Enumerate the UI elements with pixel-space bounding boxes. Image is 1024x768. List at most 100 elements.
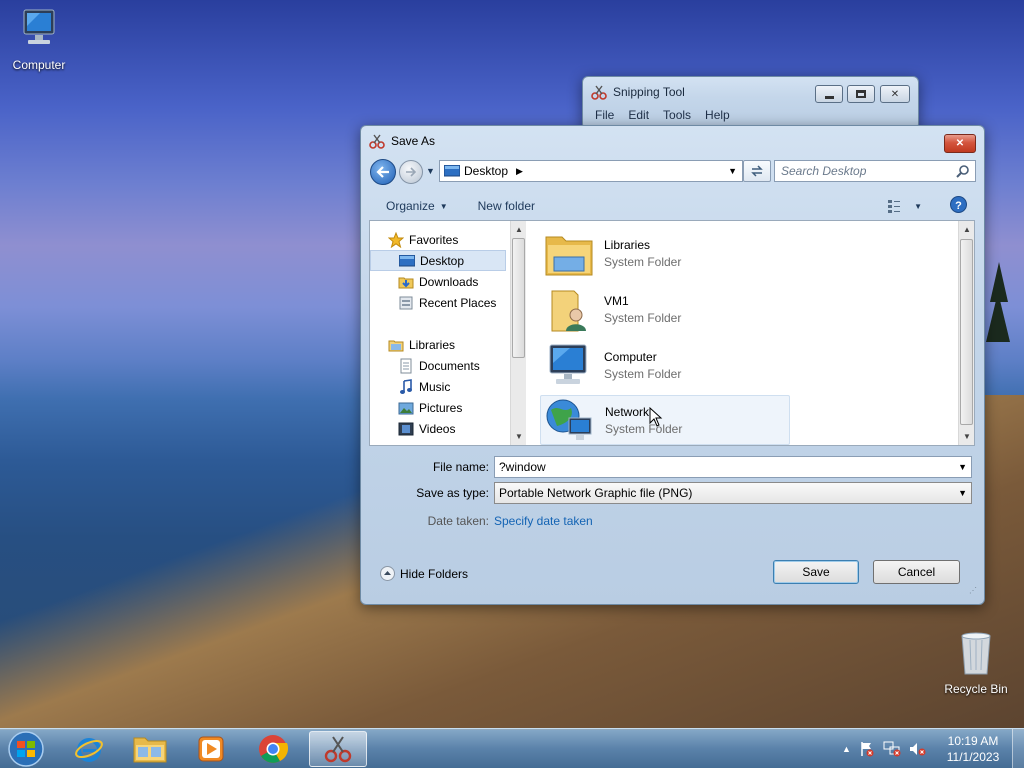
new-folder-button[interactable]: New folder <box>478 199 535 213</box>
snipping-close-button[interactable]: ✕ <box>880 85 910 103</box>
recent-pages-dropdown-icon[interactable]: ▼ <box>426 166 435 176</box>
taskbar-chrome[interactable] <box>246 731 300 767</box>
network-status-icon[interactable] <box>883 741 901 757</box>
show-desktop-button[interactable] <box>1012 729 1024 768</box>
scroll-up-icon[interactable]: ▲ <box>511 225 527 234</box>
file-type: System Folder <box>604 366 682 381</box>
scroll-down-icon[interactable]: ▼ <box>511 432 527 441</box>
file-item-computer[interactable]: Computer System Folder <box>544 339 794 391</box>
organize-label: Organize <box>386 199 435 213</box>
taskbar-snipping-tool[interactable] <box>309 731 367 767</box>
scissors-icon <box>324 736 352 763</box>
address-dropdown-icon[interactable]: ▼ <box>728 166 737 176</box>
volume-muted-icon[interactable] <box>909 741 927 757</box>
start-button[interactable] <box>6 730 46 768</box>
menu-edit[interactable]: Edit <box>628 108 649 122</box>
snipping-tool-window[interactable]: Snipping Tool ✕ File Edit Tools Help <box>582 76 919 130</box>
file-item-vm1[interactable]: VM1 System Folder <box>544 283 794 335</box>
back-button[interactable] <box>370 159 396 185</box>
address-location[interactable]: Desktop <box>464 164 508 178</box>
help-button[interactable]: ? <box>950 196 967 216</box>
nav-label: Favorites <box>409 232 459 247</box>
nav-desktop[interactable]: Desktop <box>370 250 506 271</box>
organize-button[interactable]: Organize ▼ <box>386 199 448 213</box>
libraries-folder-icon <box>545 236 593 276</box>
file-name-input[interactable]: ?window ▼ <box>494 456 972 478</box>
action-center-flag-icon[interactable] <box>859 741 875 757</box>
scroll-up-icon[interactable]: ▲ <box>959 225 975 234</box>
videos-icon <box>398 422 414 435</box>
nav-label: Downloads <box>419 274 479 289</box>
save-button[interactable]: Save <box>773 560 859 584</box>
nav-favorites[interactable]: Favorites <box>370 229 506 250</box>
chevron-down-icon[interactable]: ▼ <box>958 462 967 472</box>
taskbar: ▲ 10:19 AM 11/1/2023 <box>0 728 1024 768</box>
nav-downloads[interactable]: Downloads <box>370 271 506 292</box>
save-as-titlebar[interactable]: Save As <box>369 133 435 149</box>
computer-desktop-icon[interactable]: Computer <box>8 8 70 72</box>
search-input[interactable]: Search Desktop <box>774 160 976 182</box>
internet-explorer-icon <box>75 738 103 762</box>
menu-file[interactable]: File <box>595 108 614 122</box>
arrow-left-icon <box>376 166 389 178</box>
nav-scrollbar-thumb[interactable] <box>512 238 525 358</box>
refresh-button[interactable] <box>743 160 771 182</box>
nav-scrollbar[interactable]: ▲ ▼ <box>510 221 526 445</box>
taskbar-file-explorer[interactable] <box>123 731 177 767</box>
taskbar-internet-explorer[interactable] <box>62 731 116 767</box>
file-name-value: ?window <box>499 460 546 474</box>
desktop-folder-icon <box>444 165 460 177</box>
file-list-scrollbar[interactable]: ▲ ▼ <box>958 221 974 445</box>
taskbar-media-player[interactable] <box>184 731 238 767</box>
file-name: Computer <box>604 349 657 364</box>
save-as-type-select[interactable]: Portable Network Graphic file (PNG) ▼ <box>494 482 972 504</box>
hide-folders-button[interactable]: Hide Folders <box>380 566 468 581</box>
snipping-minimize-button[interactable] <box>815 85 843 103</box>
snipping-tool-titlebar[interactable]: Snipping Tool <box>591 84 685 100</box>
nav-videos[interactable]: Videos <box>370 418 506 439</box>
scroll-down-icon[interactable]: ▼ <box>959 432 975 441</box>
recycle-bin-label: Recycle Bin <box>944 682 1008 696</box>
close-icon: ✕ <box>955 138 965 149</box>
specify-date-taken-link[interactable]: Specify date taken <box>494 514 593 528</box>
nav-libraries[interactable]: Libraries <box>370 334 506 355</box>
clock[interactable]: 10:19 AM 11/1/2023 <box>938 733 1008 765</box>
snipping-maximize-button[interactable] <box>847 85 875 103</box>
libraries-icon <box>388 340 404 351</box>
music-icon <box>400 378 412 394</box>
nav-label: Videos <box>419 421 456 436</box>
save-as-type-label: Save as type: <box>416 486 489 500</box>
resize-grip-icon[interactable]: ⋰ <box>969 586 977 595</box>
save-as-close-button[interactable]: ✕ <box>944 134 976 153</box>
scissors-icon <box>591 85 607 100</box>
chevron-down-icon: ▼ <box>439 201 448 211</box>
cancel-button[interactable]: Cancel <box>873 560 960 584</box>
nav-pictures[interactable]: Pictures <box>370 397 506 418</box>
menu-help[interactable]: Help <box>705 108 730 122</box>
nav-music[interactable]: Music <box>370 376 506 397</box>
show-hidden-icons-button[interactable]: ▲ <box>842 744 851 754</box>
address-bar[interactable]: Desktop ▶ ▼ <box>439 160 743 182</box>
menu-tools[interactable]: Tools <box>663 108 691 122</box>
svg-text:?: ? <box>955 200 962 212</box>
file-name: Libraries <box>604 237 651 252</box>
view-options-button[interactable]: ▼ <box>888 199 922 213</box>
file-list-scrollbar-thumb[interactable] <box>960 239 973 425</box>
network-icon <box>546 399 592 440</box>
system-tray: ▲ <box>842 729 932 768</box>
chevron-up-icon <box>380 566 395 581</box>
save-as-dialog[interactable]: Save As ✕ ▼ Desktop ▶ ▼ Search Desktop O… <box>360 125 985 605</box>
chevron-down-icon: ▼ <box>958 488 967 498</box>
desktop-folder-icon <box>399 254 415 266</box>
clock-date: 11/1/2023 <box>946 750 1000 764</box>
recycle-bin-desktop-icon[interactable]: Recycle Bin <box>940 630 1012 696</box>
nav-documents[interactable]: Documents <box>370 355 506 376</box>
file-item-network[interactable]: Network System Folder <box>540 395 790 445</box>
nav-recent-places[interactable]: Recent Places <box>370 292 506 313</box>
user-folder-icon <box>551 290 586 332</box>
snipping-menubar: File Edit Tools Help <box>595 108 730 122</box>
forward-button[interactable] <box>399 160 423 184</box>
nav-label: Documents <box>419 358 480 373</box>
file-item-libraries[interactable]: Libraries System Folder <box>544 227 794 279</box>
breadcrumb-chevron-icon[interactable]: ▶ <box>516 166 523 177</box>
